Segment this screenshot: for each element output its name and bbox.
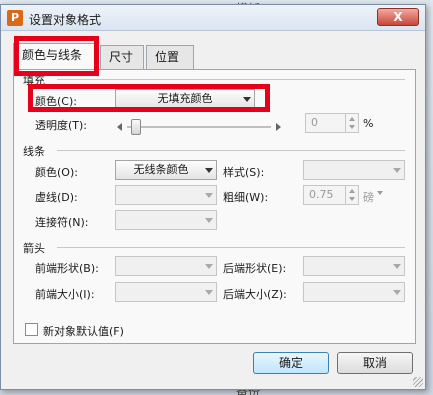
highlight-box-tab [14, 36, 99, 76]
slider-thumb[interactable] [131, 119, 141, 135]
weight-label: 粗细(W): [223, 191, 269, 204]
percent-unit: % [363, 117, 374, 130]
weight-unit: 磅 [363, 191, 374, 204]
tab-size[interactable]: 尺寸 [100, 45, 144, 69]
cancel-button[interactable]: 取消 [337, 352, 413, 374]
chevron-down-icon [205, 218, 213, 223]
end-style-label: 后端形状(E): [223, 262, 287, 275]
resize-grip[interactable] [413, 377, 423, 387]
chevron-down-icon [205, 193, 213, 198]
transparency-slider[interactable] [117, 119, 281, 135]
spin-down-icon [349, 197, 355, 201]
transparency-value: 0 [311, 116, 318, 129]
transparency-label: 透明度(T): [35, 119, 88, 132]
begin-style-label: 前端形状(B): [35, 262, 99, 275]
arrows-section-label: 箭头 [23, 242, 45, 255]
line-color-value: 无线条颜色 [133, 163, 189, 176]
slider-track-line [127, 126, 271, 128]
dash-dropdown[interactable] [115, 185, 217, 205]
begin-size-dropdown[interactable] [115, 282, 217, 302]
dash-label: 虚线(D): [35, 191, 78, 204]
spin-up-icon [349, 117, 355, 121]
ok-button[interactable]: 确定 [253, 352, 329, 374]
app-logo-icon: P [7, 10, 23, 26]
close-button[interactable]: X [377, 8, 419, 26]
end-size-label: 后端大小(Z): [223, 288, 287, 301]
connector-label: 连接符(N): [35, 216, 89, 229]
unit-chevron-down-icon[interactable] [377, 191, 383, 195]
weight-input[interactable]: 0.75 [303, 185, 359, 205]
begin-size-label: 前端大小(I): [35, 288, 95, 301]
spin-up-icon [349, 189, 355, 193]
default-for-new-objects-checkbox[interactable] [25, 323, 38, 336]
arrows-separator [57, 247, 405, 248]
chevron-down-icon [393, 264, 401, 269]
end-size-dropdown[interactable] [303, 282, 405, 302]
transparency-input[interactable]: 0 [305, 113, 359, 133]
begin-style-dropdown[interactable] [115, 256, 217, 276]
line-color-label: 颜色(O): [35, 166, 78, 179]
chevron-down-icon [205, 264, 213, 269]
slider-left-arrow-icon[interactable] [117, 123, 122, 131]
title-bar[interactable]: P 设置对象格式 X [1, 5, 425, 31]
connector-dropdown[interactable] [115, 210, 217, 230]
chevron-down-icon [393, 290, 401, 295]
default-for-new-objects-label: 新对象默认值(F) [43, 325, 124, 338]
weight-value: 0.75 [309, 188, 334, 201]
end-style-dropdown[interactable] [303, 256, 405, 276]
highlight-box-fill-color [28, 84, 270, 112]
line-separator [57, 150, 405, 151]
fill-separator [57, 79, 405, 80]
dialog-title: 设置对象格式 [29, 13, 102, 27]
line-style-label: 样式(S): [223, 166, 265, 179]
line-color-dropdown[interactable]: 无线条颜色 [115, 160, 217, 180]
spinner-buttons[interactable] [345, 186, 358, 204]
spinner-buttons[interactable] [345, 114, 358, 132]
chevron-down-icon [205, 290, 213, 295]
tab-position[interactable]: 位置 [146, 45, 194, 69]
line-style-dropdown[interactable] [303, 160, 405, 180]
chevron-down-icon [205, 168, 213, 173]
chevron-down-icon [393, 168, 401, 173]
slider-right-arrow-icon[interactable] [276, 123, 281, 131]
spin-down-icon [349, 125, 355, 129]
line-section-label: 线条 [23, 145, 45, 158]
